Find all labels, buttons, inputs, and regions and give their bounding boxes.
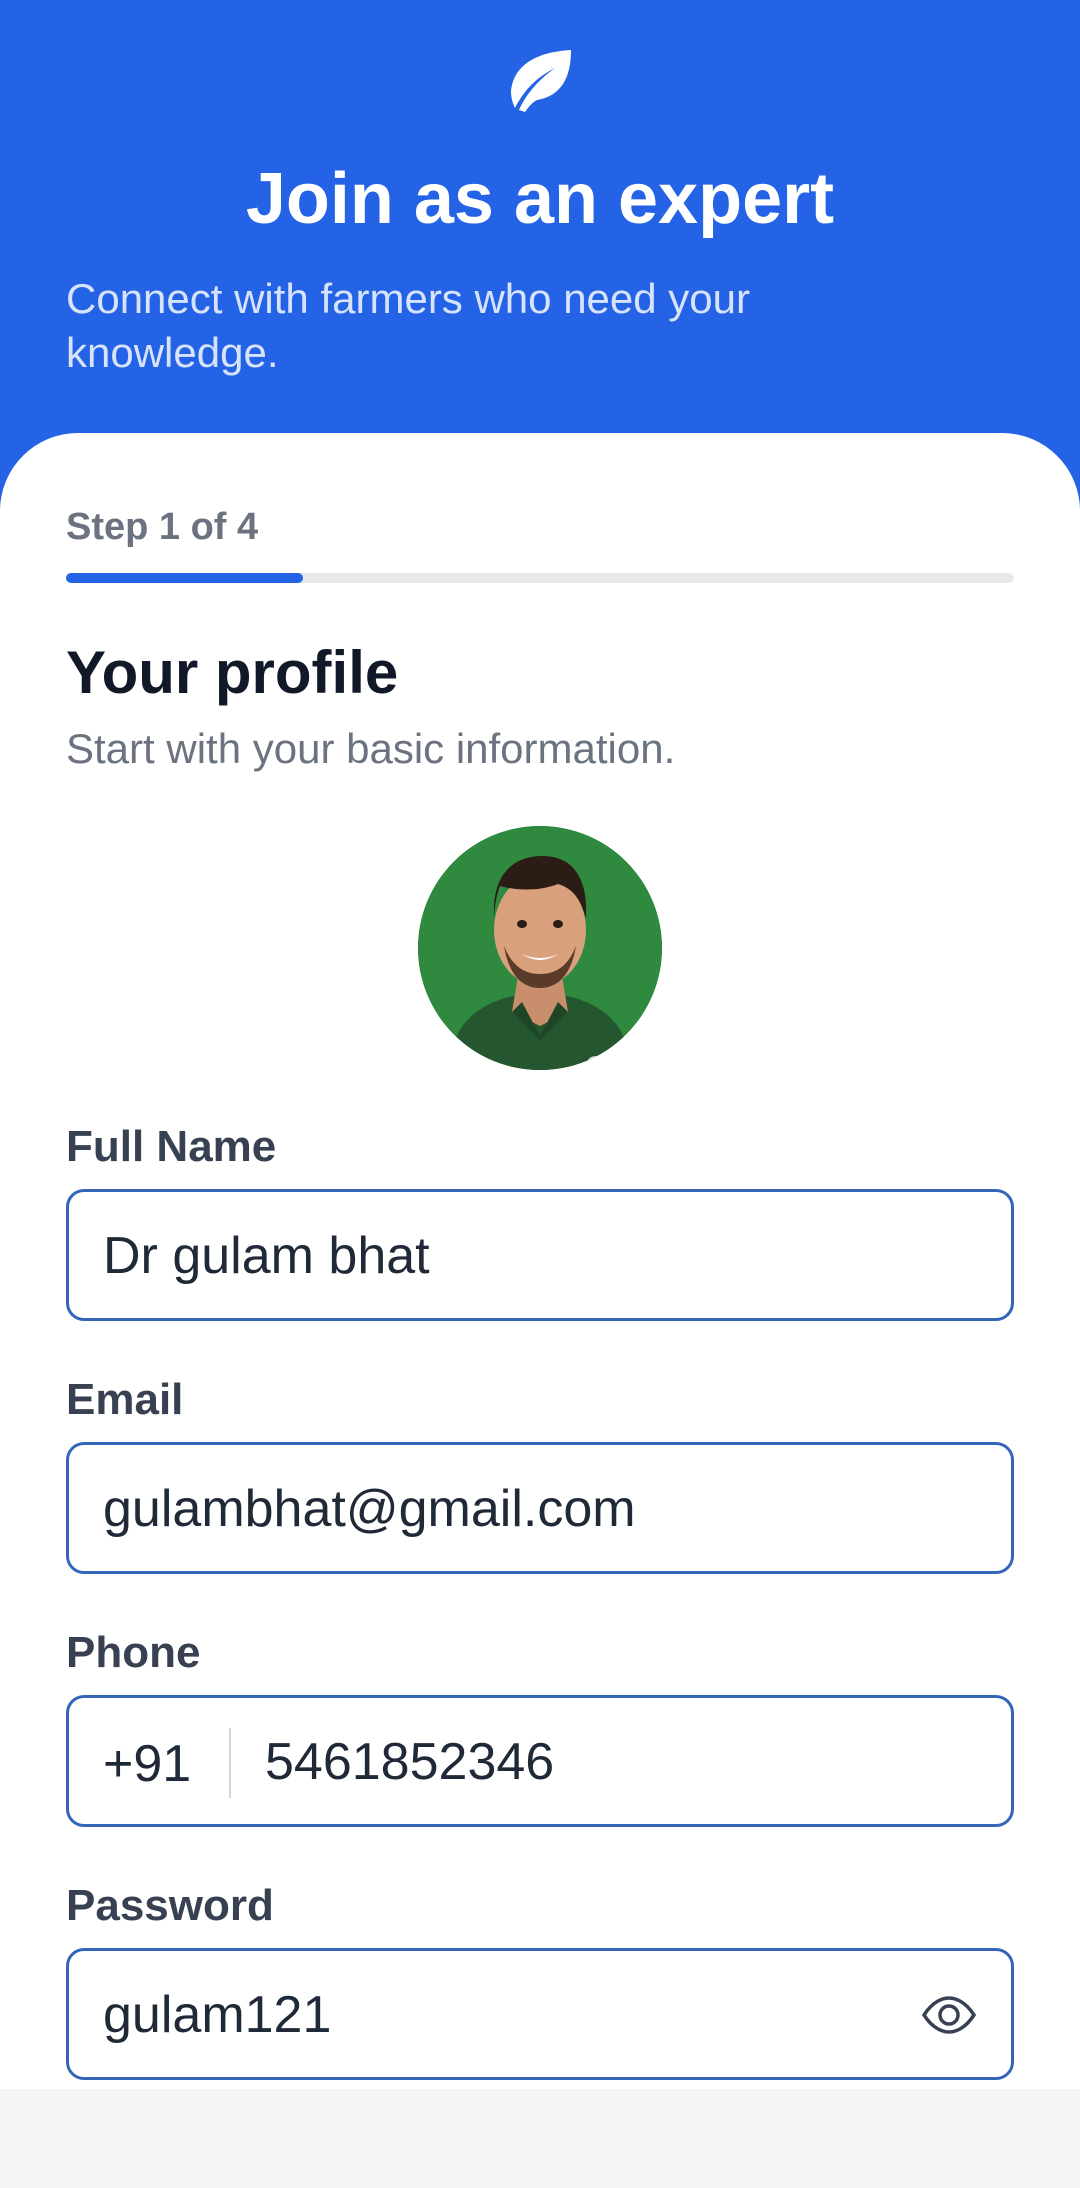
page-subtitle: Connect with farmers who need your knowl… bbox=[66, 275, 750, 376]
bottom-bar bbox=[0, 2089, 1080, 2188]
password-label: Password bbox=[66, 1881, 274, 1930]
phone-value: 5461852346 bbox=[265, 1733, 555, 1791]
progress-fill bbox=[66, 573, 303, 583]
phone-divider bbox=[229, 1728, 231, 1798]
avatar-photo bbox=[418, 826, 662, 1070]
country-code[interactable]: +91 bbox=[103, 1734, 191, 1794]
email-field[interactable]: gulambhat@gmail.com bbox=[66, 1442, 1014, 1574]
email-label: Email bbox=[66, 1375, 184, 1424]
phone-field[interactable]: +91 5461852346 bbox=[66, 1695, 1014, 1827]
password-field[interactable]: gulam121 bbox=[66, 1948, 1014, 2080]
password-value: gulam121 bbox=[103, 1986, 332, 2044]
header: Join as an expert Connect with farmers w… bbox=[0, 0, 1080, 470]
full-name-field[interactable]: Dr gulam bhat bbox=[66, 1189, 1014, 1321]
section-subtitle: Start with your basic information. bbox=[66, 725, 676, 772]
full-name-label: Full Name bbox=[66, 1122, 277, 1171]
section-title: Your profile bbox=[66, 639, 399, 706]
step-indicator: Step 1 of 4 bbox=[66, 506, 259, 548]
eye-icon[interactable] bbox=[921, 1995, 977, 2035]
page-title: Join as an expert bbox=[245, 159, 835, 239]
email-value: gulambhat@gmail.com bbox=[103, 1480, 636, 1538]
phone-label: Phone bbox=[66, 1628, 201, 1677]
full-name-value: Dr gulam bhat bbox=[103, 1227, 430, 1285]
avatar[interactable] bbox=[418, 826, 662, 1070]
signup-card: Step 1 of 4 Your profile Start with your… bbox=[0, 433, 1080, 2089]
leaf-icon bbox=[511, 50, 571, 112]
progress-bar bbox=[66, 573, 1014, 583]
